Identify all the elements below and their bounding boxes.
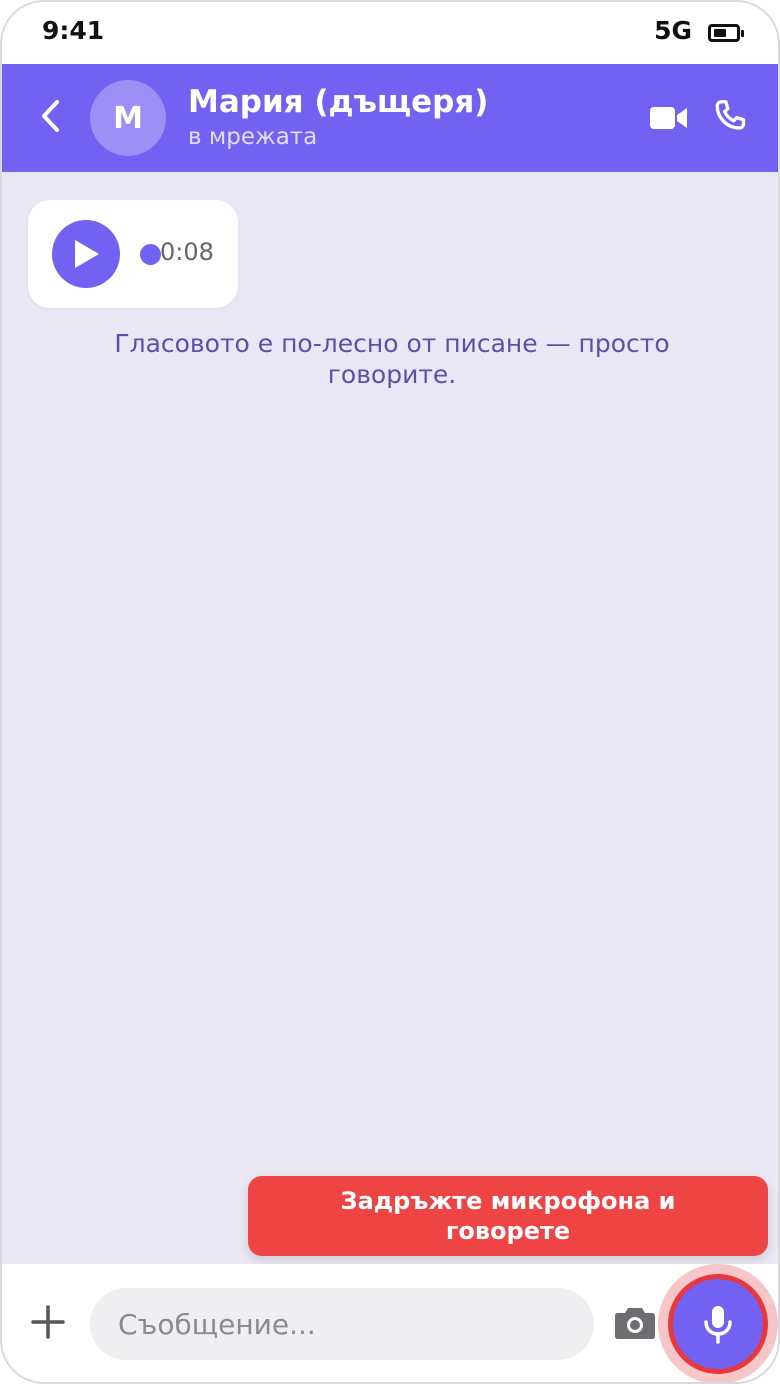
back-button[interactable]: [30, 94, 70, 138]
voice-message: 0:08: [28, 200, 238, 308]
phone-icon: [715, 100, 746, 130]
camera-button[interactable]: [612, 1302, 658, 1344]
voice-hint-text: Гласовото е по-лесно от писане — просто …: [114, 329, 670, 389]
play-icon: [75, 240, 99, 268]
video-camera-icon: [650, 107, 687, 129]
message-input[interactable]: [90, 1288, 594, 1360]
camera-icon: [615, 1308, 655, 1339]
contact-status: в мрежата: [188, 124, 318, 150]
plus-icon: [31, 1305, 65, 1339]
message-composer: [2, 1264, 778, 1382]
voice-duration: 0:08: [160, 238, 214, 266]
playback-position-handle[interactable]: [140, 244, 161, 265]
contact-name[interactable]: Мария (дъщеря): [188, 84, 488, 120]
network-indicator: 5G: [654, 16, 692, 45]
status-bar: 9:41 5G: [2, 2, 778, 64]
chat-header: М Мария (дъщеря) в мрежата: [2, 64, 778, 172]
phone-screen: 9:41 5G М Мария (дъщеря) в мрежата 0:08 …: [0, 0, 780, 1384]
avatar[interactable]: М: [90, 80, 166, 156]
battery-icon: [708, 24, 744, 42]
mic-button[interactable]: [668, 1274, 768, 1374]
chevron-left-icon: [42, 100, 59, 132]
voice-call-button[interactable]: [708, 94, 752, 138]
video-call-button[interactable]: [648, 98, 690, 138]
attach-button[interactable]: [26, 1300, 70, 1344]
hold-mic-tooltip: Задръжте микрофона и говорете: [248, 1176, 768, 1256]
status-time: 9:41: [42, 16, 105, 45]
play-button[interactable]: [52, 220, 120, 288]
microphone-icon: [704, 1306, 732, 1344]
